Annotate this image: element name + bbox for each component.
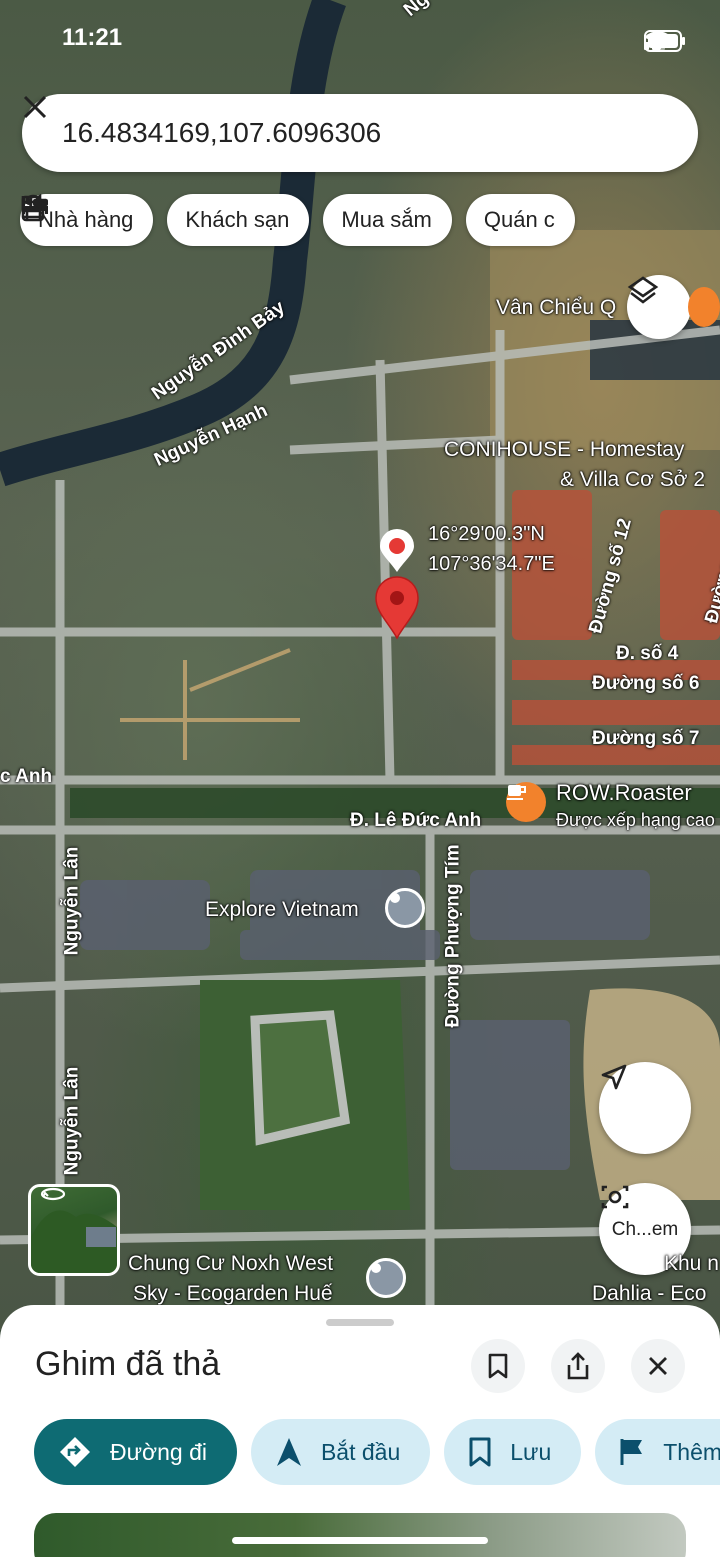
chip-hotels[interactable]: Khách sạn (22, 194, 310, 246)
pin-lat-label: 16°29'00.3"N (428, 523, 545, 545)
street-label-nguyen-lan-2: Nguyễn Lân (61, 1066, 83, 1176)
category-chips: Nhà hàng Khách sạn Mua sắm Quán c (20, 194, 575, 246)
street-label-d-so-4: Đ. số 4 (616, 643, 679, 664)
place-label-explore-vietnam[interactable]: Explore Vietnam (205, 898, 359, 922)
start-button[interactable]: Bắt đầu (250, 1419, 431, 1485)
directions-icon (60, 1437, 90, 1467)
chip-cafes[interactable]: Quán c (21, 194, 575, 246)
navigate-arrow-icon (276, 1438, 301, 1466)
coffee-cup-icon (21, 195, 47, 219)
place-label-van-chieu[interactable]: Vân Chiểu Q (496, 296, 616, 320)
place-label-dahlia-2[interactable]: Dahlia - Eco (592, 1282, 706, 1306)
search-bar[interactable]: 16.4834169,107.6096306 (22, 94, 698, 172)
action-buttons: Đường đi Bắt đầu Lưu Thêm (34, 1419, 720, 1485)
bookmark-icon (488, 1353, 508, 1379)
share-icon (567, 1352, 589, 1380)
chip-label: Nhà hàng (38, 207, 134, 232)
chip-label: Mua sắm (341, 207, 432, 232)
street-label-duc-anh-left: c Anh (0, 766, 53, 787)
rotate-360-icon (40, 1187, 66, 1201)
place-label-row-rating: Được xếp hạng cao (556, 810, 715, 830)
sheet-drag-handle[interactable] (326, 1319, 394, 1326)
map-view[interactable]: 11:21 16.4834169,107.6096306 Nhà hàng Kh… (0, 0, 720, 1330)
save-label: Lưu (510, 1438, 552, 1465)
place-label-dahlia-1[interactable]: Khu n (664, 1252, 719, 1276)
place-photo[interactable] (34, 1513, 686, 1557)
close-sheet-button[interactable] (631, 1339, 685, 1393)
street-label-le-duc-anh: Đ. Lê Đức Anh (350, 810, 482, 831)
share-button[interactable] (551, 1339, 605, 1393)
street-label-phuong-tim: Đường Phượng Tím (442, 844, 464, 1028)
start-label: Bắt đầu (320, 1438, 401, 1465)
search-query[interactable]: 16.4834169,107.6096306 (62, 117, 618, 149)
place-label-chungcu-2[interactable]: Sky - Ecogarden Huế (133, 1282, 333, 1306)
lens-button-label: Ch...em (611, 1219, 679, 1240)
save-icon-button[interactable] (471, 1339, 525, 1393)
my-location-button[interactable] (599, 1062, 691, 1154)
street-label-duong-so-6: Đường số 6 (592, 673, 700, 694)
camera-search-icon (601, 1185, 629, 1209)
layers-button[interactable] (627, 275, 691, 339)
place-label-conihouse-1[interactable]: CONIHOUSE - Homestay (444, 438, 684, 462)
place-poi-icon[interactable] (385, 888, 425, 928)
chip-label: Khách sạn (185, 207, 290, 232)
street-view-thumbnail[interactable] (28, 1184, 120, 1276)
sheet-title: Ghim đã thả (35, 1345, 221, 1383)
directions-label: Đường đi (110, 1438, 207, 1465)
navigate-arrow-icon (601, 1064, 627, 1090)
pin-lng-label: 107°36'34.7"E (428, 553, 555, 575)
add-label-button[interactable]: Thêm (595, 1419, 720, 1485)
street-label-nguyen-lan-1: Nguyễn Lân (61, 846, 83, 956)
restaurant-poi-icon[interactable] (688, 287, 720, 327)
apartment-poi-icon[interactable] (366, 1258, 406, 1298)
chip-shopping[interactable]: Mua sắm (21, 194, 452, 246)
close-icon (23, 95, 47, 119)
close-icon (649, 1357, 667, 1375)
status-time: 11:21 (62, 24, 123, 51)
save-button[interactable]: Lưu (444, 1419, 582, 1485)
add-label-label: Thêm (663, 1438, 720, 1465)
street-label-duong-so-7: Đường số 7 (592, 728, 700, 749)
directions-button[interactable]: Đường đi (34, 1419, 237, 1485)
clear-search-button[interactable] (23, 95, 658, 153)
home-indicator (232, 1537, 488, 1544)
place-label-conihouse-2[interactable]: & Villa Cơ Sở 2 (560, 468, 705, 492)
place-label-row-roaster[interactable]: ROW.Roaster (556, 780, 692, 806)
chip-label: Quán c (483, 207, 555, 232)
bookmark-icon (469, 1437, 491, 1467)
layers-icon (627, 276, 659, 304)
cafe-poi-icon[interactable] (506, 782, 546, 822)
place-label-chungcu-1[interactable]: Chung Cư Noxh West (128, 1252, 333, 1276)
place-sheet[interactable]: Ghim đã thả Đường đi Bắt đầu Lưu Thêm (0, 1305, 720, 1557)
flag-icon (620, 1439, 643, 1465)
